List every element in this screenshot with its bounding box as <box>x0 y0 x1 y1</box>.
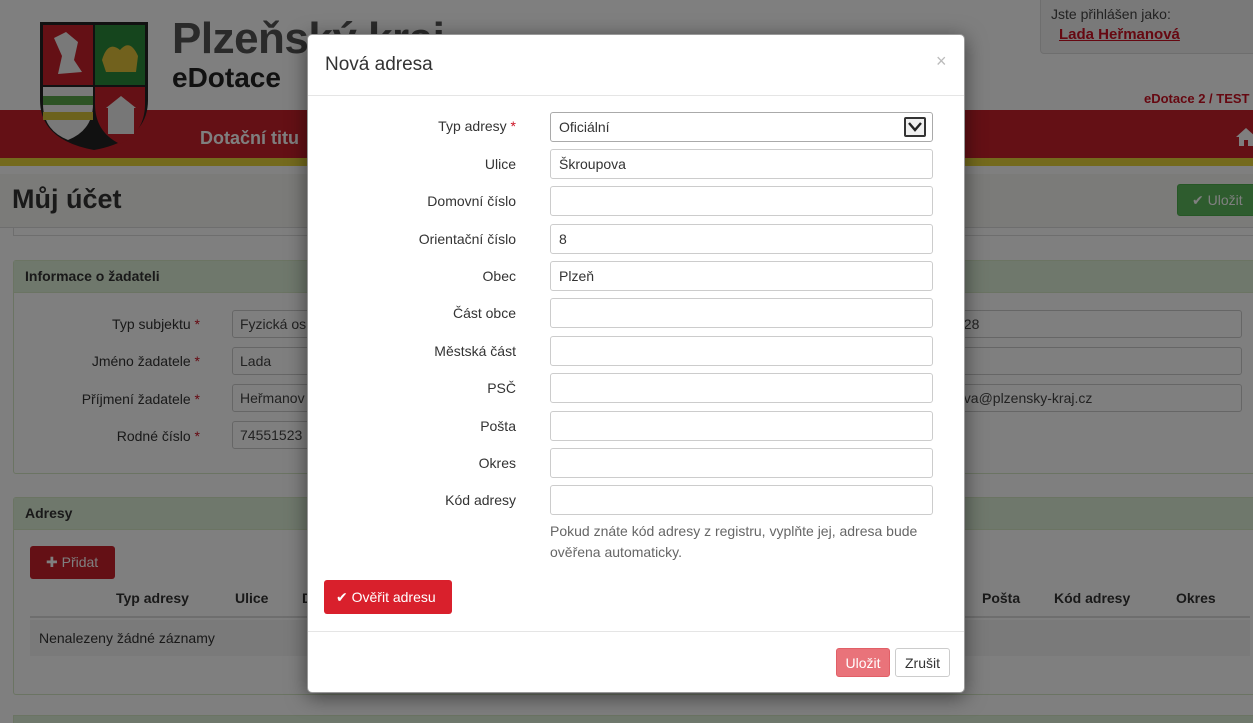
city-district-input[interactable] <box>550 336 933 366</box>
municipality-input[interactable]: Plzeň <box>550 261 933 291</box>
save-button[interactable]: Uložit <box>836 648 890 677</box>
address-code-input[interactable] <box>550 485 933 515</box>
street-input[interactable]: Škroupova <box>550 149 933 179</box>
address-code-label: Kód adresy <box>445 492 516 508</box>
modal-header: Nová adresa × <box>308 35 964 96</box>
verify-address-button[interactable]: ✔ Ověřit adresu <box>324 580 452 614</box>
cancel-button[interactable]: Zrušit <box>895 648 950 677</box>
postal-code-label: PSČ <box>487 380 516 396</box>
municipality-label: Obec <box>482 268 516 284</box>
address-type-value: Oficiální <box>559 119 610 135</box>
orientation-number-label: Orientační číslo <box>418 231 516 247</box>
district-label: Okres <box>478 455 516 471</box>
municipality-part-input[interactable] <box>550 298 933 328</box>
postal-code-input[interactable] <box>550 373 933 403</box>
close-icon[interactable]: × <box>936 51 947 72</box>
address-code-help: Pokud znáte kód adresy z registru, vyplň… <box>550 523 918 560</box>
orientation-number-input[interactable]: 8 <box>550 224 933 254</box>
address-type-select[interactable]: Oficiální <box>550 112 933 142</box>
city-district-label: Městská část <box>434 343 516 359</box>
verify-address-label: Ověřit adresu <box>351 589 436 605</box>
modal-footer-divider <box>308 631 964 632</box>
modal-title: Nová adresa <box>325 54 433 75</box>
house-number-label: Domovní číslo <box>427 193 516 209</box>
district-input[interactable] <box>550 448 933 478</box>
post-office-label: Pošta <box>480 418 516 434</box>
chevron-down-icon <box>904 117 926 137</box>
street-label: Ulice <box>484 156 516 172</box>
municipality-part-label: Část obce <box>452 305 516 321</box>
check-icon: ✔ <box>336 589 348 605</box>
house-number-input[interactable] <box>550 186 933 216</box>
post-office-input[interactable] <box>550 411 933 441</box>
new-address-modal: Nová adresa × Typ adresy * Oficiální Uli… <box>307 34 965 693</box>
address-type-label: Typ adresy * <box>438 118 516 134</box>
